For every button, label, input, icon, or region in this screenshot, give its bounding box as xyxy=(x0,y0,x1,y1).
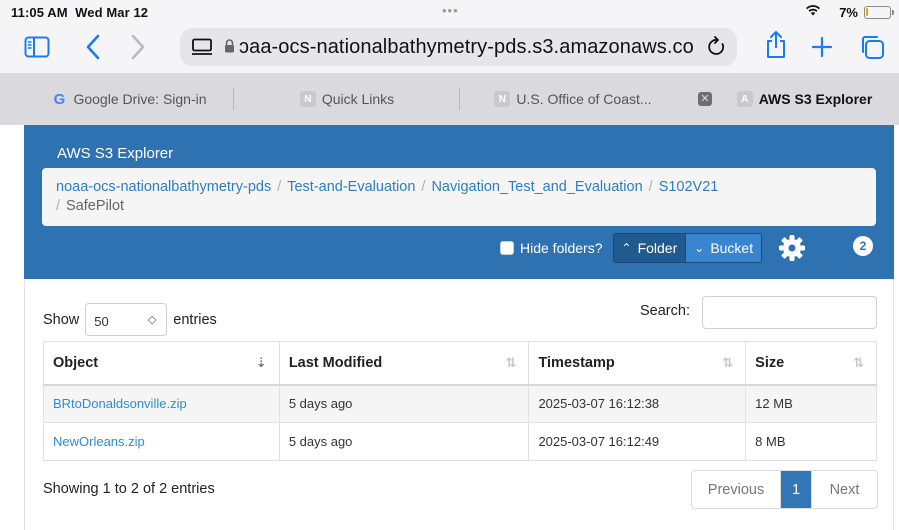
explorer-body: Show 50 ◇ entries Search: Object ⇣ Last M… xyxy=(24,279,894,530)
settings-gear-icon[interactable] xyxy=(778,234,806,262)
breadcrumb-s102v21[interactable]: S102V21 xyxy=(659,179,719,195)
tab-label: U.S. Office of Coast... xyxy=(516,91,652,107)
sidebar-icon[interactable] xyxy=(24,36,50,58)
browser-toolbar: ɔaa-ocs-nationalbathymetry-pds.s3.amazon… xyxy=(0,24,899,73)
next-page-button[interactable]: Next xyxy=(811,471,877,508)
sort-desc-icon: ⇣ xyxy=(255,355,267,370)
tab-office-of-coast[interactable]: N U.S. Office of Coast... xyxy=(460,84,686,114)
tab-label: Quick Links xyxy=(321,91,395,107)
tab-quick-links[interactable]: N Quick Links xyxy=(234,84,460,114)
close-tab-icon[interactable]: ✕ xyxy=(698,92,712,106)
breadcrumb: noaa-ocs-nationalbathymetry-pds / Test-and… xyxy=(42,168,876,226)
table-header-row: Object ⇣ Last Modified ⇅ Timestamp ⇅ Size ⇅ xyxy=(43,341,877,386)
tab-bar: G Google Drive: Sign-in N Quick Links N … xyxy=(0,73,899,125)
page-title: AWS S3 Explorer xyxy=(57,145,174,162)
back-icon[interactable] xyxy=(85,34,101,60)
size-cell: 12 MB xyxy=(745,384,877,423)
page-menu-icon[interactable] xyxy=(191,38,213,61)
tab-favicon-icon: N xyxy=(494,91,511,107)
chevron-down-icon: ⌄ xyxy=(694,241,705,255)
folder-sort-button[interactable]: ⌃ Folder xyxy=(612,233,687,263)
breadcrumb-navigation-test[interactable]: Navigation_Test_and_Evaluation xyxy=(431,179,642,195)
address-bar[interactable]: ɔaa-ocs-nationalbathymetry-pds.s3.amazon… xyxy=(180,28,737,66)
table-info: Showing 1 to 2 of 2 entries xyxy=(43,481,215,497)
select-caret-icon: ◇ xyxy=(147,314,157,326)
tab-label: AWS S3 Explorer xyxy=(758,91,873,107)
hide-folders-label[interactable]: Hide folders? xyxy=(520,240,603,256)
object-cell: BRtoDonaldsonville.zip xyxy=(43,384,280,423)
tabs-overview-icon[interactable] xyxy=(859,34,885,60)
sort-icon: ⇅ xyxy=(505,355,517,370)
breadcrumb-bucket[interactable]: noaa-ocs-nationalbathymetry-pds xyxy=(56,179,271,195)
previous-page-button[interactable]: Previous xyxy=(692,471,781,508)
column-header-object[interactable]: Object ⇣ xyxy=(43,341,280,386)
lock-icon xyxy=(224,39,235,58)
object-link[interactable]: NewOrleans.zip xyxy=(53,434,145,449)
page-length-select[interactable]: 50 ◇ xyxy=(85,303,168,336)
table-row: BRtoDonaldsonville.zip 5 days ago 2025-0… xyxy=(43,384,877,423)
column-header-last-modified[interactable]: Last Modified ⇅ xyxy=(278,341,530,386)
object-cell: NewOrleans.zip xyxy=(43,422,280,461)
reload-icon[interactable] xyxy=(707,36,727,63)
share-icon[interactable] xyxy=(765,30,787,60)
tab-label: Google Drive: Sign-in xyxy=(73,91,207,107)
bucket-sort-button[interactable]: ⌄ Bucket xyxy=(686,233,763,263)
objects-table: Object ⇣ Last Modified ⇅ Timestamp ⇅ Size ⇅ … xyxy=(43,341,877,461)
column-header-size[interactable]: Size ⇅ xyxy=(745,341,877,386)
breadcrumb-test-and-evaluation[interactable]: Test-and-Evaluation xyxy=(287,179,415,195)
tab-favicon-icon: N xyxy=(299,91,316,107)
view-controls: Hide folders? ⌃ Folder ⌄ Bucket xyxy=(500,233,806,263)
object-count-badge: 2 xyxy=(853,236,873,256)
page-1-button[interactable]: 1 xyxy=(781,471,811,508)
timestamp-cell: 2025-03-07 16:12:38 xyxy=(528,384,747,423)
column-header-timestamp[interactable]: Timestamp ⇅ xyxy=(528,341,747,386)
chevron-up-icon: ⌃ xyxy=(621,241,632,255)
table-row: NewOrleans.zip 5 days ago 2025-03-07 16:… xyxy=(43,422,877,461)
multitasking-dots[interactable]: ••• xyxy=(442,3,459,18)
explorer-header: AWS S3 Explorer noaa-ocs-nationalbathyme… xyxy=(24,125,894,279)
battery-percent: 7% xyxy=(839,5,858,20)
forward-icon[interactable] xyxy=(130,34,146,60)
breadcrumb-current: SafePilot xyxy=(66,198,125,214)
url-text[interactable]: ɔaa-ocs-nationalbathymetry-pds.s3.amazon… xyxy=(239,36,694,59)
pagination: Previous 1 Next xyxy=(691,470,878,509)
page-length-control: Show 50 ◇ entries xyxy=(43,303,217,336)
modified-cell: 5 days ago xyxy=(278,422,530,461)
tab-google-drive[interactable]: G Google Drive: Sign-in xyxy=(24,84,234,114)
hide-folders-checkbox[interactable] xyxy=(500,241,514,255)
sort-toggle-group: ⌃ Folder ⌄ Bucket xyxy=(612,233,763,263)
search-input[interactable] xyxy=(702,296,877,329)
new-tab-icon[interactable] xyxy=(811,36,833,58)
modified-cell: 5 days ago xyxy=(278,384,530,423)
timestamp-cell: 2025-03-07 16:12:49 xyxy=(528,422,747,461)
size-cell: 8 MB xyxy=(745,422,877,461)
sort-icon: ⇅ xyxy=(722,355,734,370)
tab-favicon-icon: A xyxy=(736,91,753,107)
status-time: 11:05 AM Wed Mar 12 xyxy=(11,5,149,20)
sort-icon: ⇅ xyxy=(853,355,864,370)
status-bar: 11:05 AM Wed Mar 12 ••• 7% xyxy=(0,0,899,24)
entries-label: entries xyxy=(173,311,217,328)
google-favicon-icon: G xyxy=(53,90,66,108)
battery-icon xyxy=(864,6,894,19)
wifi-icon xyxy=(805,4,821,19)
tab-aws-s3-explorer[interactable]: ✕ A AWS S3 Explorer xyxy=(686,84,899,114)
search-label: Search: xyxy=(640,303,690,319)
show-label: Show xyxy=(43,311,80,328)
object-link[interactable]: BRtoDonaldsonville.zip xyxy=(53,396,187,411)
